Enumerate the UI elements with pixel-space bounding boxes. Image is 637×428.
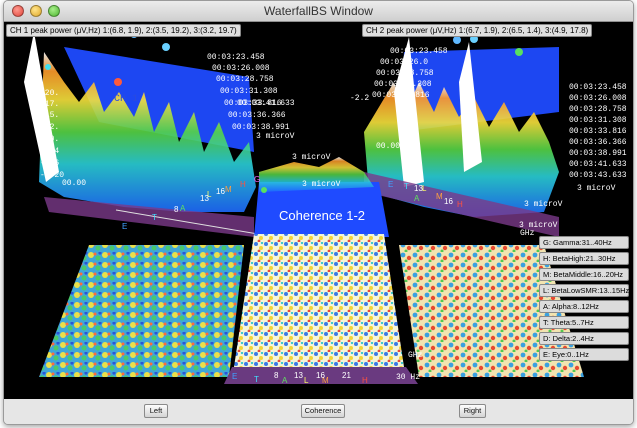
ch1-y-label: -7.4 <box>40 147 60 156</box>
ch1-time-label: 00:03:38.991 <box>232 123 290 132</box>
ch2-time-label: 00:03:33.816 <box>569 127 627 136</box>
ch2-freq-label: GHz <box>520 229 535 238</box>
center-band-tick: E <box>232 372 238 381</box>
center-num-tick: 16 <box>316 371 325 380</box>
ch2-y-label: 00.00 <box>376 142 401 151</box>
ch1-y-label: -4.6 <box>40 159 60 168</box>
ch2-peak-marker-3 <box>515 48 523 56</box>
window-title: WaterfallBS Window <box>264 4 373 18</box>
ch2-time-label: 00:03:31.308 <box>569 116 627 125</box>
center-band-tick: H <box>362 376 368 385</box>
ch1-num-tick: 13 <box>200 194 209 203</box>
ch2-time-label: 00:03:23.458 <box>390 47 448 56</box>
ch1-time-label: 00:03:41.633 <box>237 99 295 108</box>
ch2-num-tick: 16 <box>444 197 453 206</box>
ch1-peak-label: CH 1 peak power (μV,Hz) 1:(6.8, 1.9), 2:… <box>6 24 241 37</box>
ch1-peak-marker-3 <box>114 78 122 86</box>
ch1-y-label: -15. <box>40 111 60 120</box>
ch1-band-tick: G <box>254 175 261 184</box>
center-num-tick: 8 <box>274 371 279 380</box>
ch2-time-label: 00:03:38.991 <box>569 149 627 158</box>
ch1-band-tick: T <box>152 213 157 222</box>
ch2-band-tick: A <box>414 194 420 203</box>
ch1-band-tick: E <box>122 222 128 231</box>
ch1-y-label: 00.00 <box>62 179 87 188</box>
ch2-y-label: -2.2 <box>350 94 370 103</box>
ch1-peak-marker-2 <box>162 43 170 51</box>
center-num-tick: 13 <box>294 371 303 380</box>
center-heatmap <box>234 234 404 367</box>
legend-item-eye: E: Eye:0..1Hz <box>539 348 629 361</box>
center-num-tick: 21 <box>342 371 351 380</box>
ch1-time-label: 00:03:36.366 <box>228 111 286 120</box>
ch1-time-label: 00:03:31.308 <box>220 87 278 96</box>
legend-item-theta: T: Theta:5..7Hz <box>539 316 629 329</box>
legend-item-gamma: G: Gamma:31..40Hz <box>539 236 629 249</box>
ch2-time-label: 00:03:36.366 <box>569 138 627 147</box>
center-freq-label-2: GHz <box>408 351 423 360</box>
left-button[interactable]: Left <box>144 404 168 418</box>
ch1-y-label: -20. <box>40 89 60 98</box>
ch1-y-label: -10. <box>40 135 60 144</box>
ch2-peak-marker-1 <box>453 36 461 44</box>
center-band-tick: A <box>282 376 288 385</box>
title-bar[interactable]: WaterfallBS Window <box>4 1 633 22</box>
ch1-band-tick: H <box>240 180 246 189</box>
ch2-band-tick: T <box>404 182 409 191</box>
coherence-peak-marker <box>261 187 267 193</box>
ch2-micro-label: 3 microV <box>524 200 563 209</box>
ch1-peak-marker-4 <box>45 64 51 70</box>
center-band-tick: T <box>254 375 259 384</box>
left-heatmap <box>39 245 244 377</box>
ch2-band-tick: M <box>436 192 443 201</box>
ch1-band-tick: M <box>225 185 232 194</box>
ch1-time-label: 00:03:26.008 <box>212 64 270 73</box>
ch2-peak-label: CH 2 peak power (μV,Hz) 1:(6.7, 1.9), 2:… <box>362 24 593 37</box>
right-button[interactable]: Right <box>459 404 486 418</box>
ch1-y-label: -17. <box>40 100 60 109</box>
ch1-num-tick: 8 <box>174 205 179 214</box>
bottom-toolbar: Left Coherence Right <box>4 399 633 424</box>
ch1-overlay-text: CH 1 <box>114 94 139 105</box>
ch1-micro-label: 3 microV <box>256 132 295 141</box>
ch2-time-label: 00:03:41.633 <box>569 160 627 169</box>
ch2-time-label: 00:03:28.758 <box>376 69 434 78</box>
coherence-button[interactable]: Coherence <box>301 404 345 418</box>
legend-item-alpha: A: Alpha:8..12Hz <box>539 300 629 313</box>
legend-item-betahigh: H: BetaHigh:21..30Hz <box>539 252 629 265</box>
ch1-num-tick: 16 <box>216 187 225 196</box>
waterfall-window: WaterfallBS Window CH 1 peak power (μV,H… <box>3 0 634 425</box>
ch2-time-label: 00:03:31.308 <box>374 80 432 89</box>
ch2-time-label: 00:03:26.0 <box>380 58 429 67</box>
ch2-time-label: 00:03:26.008 <box>569 94 627 103</box>
center-freq-label: 30 Hz <box>396 373 421 382</box>
legend-item-betalowsmr: L: BetaLowSMR:13..15Hz <box>539 284 629 297</box>
center-band-tick: L <box>304 376 309 385</box>
ch1-time-label: 00:03:28.758 <box>216 75 274 84</box>
ch2-time-label: 00:03:28.758 <box>569 105 627 114</box>
legend-item-betamiddle: M: BetaMiddle:16..20Hz <box>539 268 629 281</box>
band-legend: G: Gamma:31..40Hz H: BetaHigh:21..30Hz M… <box>539 236 629 364</box>
ch1-band-tick: A <box>180 204 186 213</box>
ch2-band-tick: E <box>388 180 394 189</box>
ch2-time-label: 00:03:43.633 <box>569 171 627 180</box>
coherence-label: Coherence 1-2 <box>279 208 365 223</box>
center-micro-label: 3 microV <box>302 180 341 189</box>
3d-viewport[interactable]: CH 1 peak power (μV,Hz) 1:(6.8, 1.9), 2:… <box>4 22 633 399</box>
ch1-y-label: -2.20 <box>40 171 65 180</box>
ch2-num-tick: 13 <box>414 184 423 193</box>
center-micro-label: 3 microV <box>292 153 331 162</box>
ch2-time-label: 00:03:33.816 <box>372 91 430 100</box>
ch1-time-label: 00:03:23.458 <box>207 53 265 62</box>
ch1-y-label: -12. <box>40 123 60 132</box>
legend-item-delta: D: Delta:2..4Hz <box>539 332 629 345</box>
ch2-micro-label: 3 microV <box>577 184 616 193</box>
ch2-time-label: 00:03:23.458 <box>569 83 627 92</box>
ch2-band-tick: H <box>457 200 463 209</box>
